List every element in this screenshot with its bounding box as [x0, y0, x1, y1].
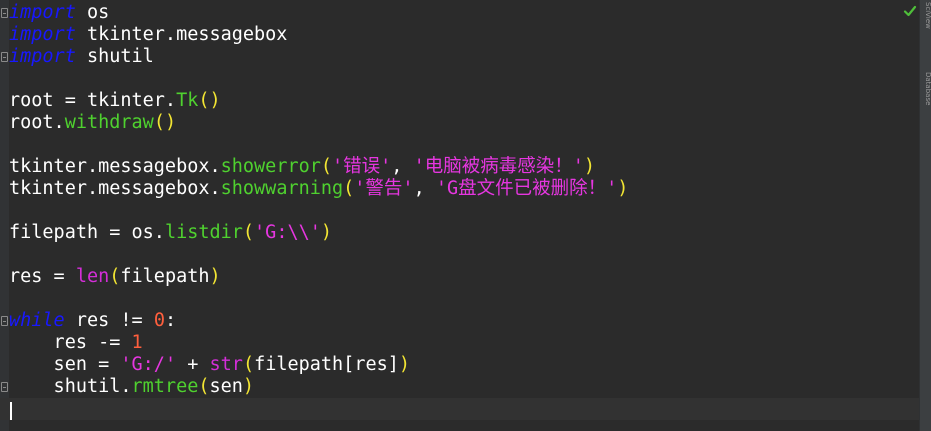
code-token: ( — [242, 354, 255, 375]
code-token: len — [75, 266, 110, 287]
text-caret — [10, 402, 12, 420]
code-token: ( — [343, 178, 355, 199]
code-line[interactable]: root = tkinter.Tk() — [9, 90, 919, 112]
code-token: sen — [209, 376, 243, 397]
code-token: filepath[res] — [254, 354, 399, 375]
code-token: shutil. — [9, 376, 132, 397]
code-token: tkinter.messagebox. — [9, 156, 221, 177]
code-token: import — [9, 2, 76, 23]
code-token: shutil — [75, 46, 154, 67]
code-line[interactable]: root.withdraw() — [9, 112, 919, 134]
code-token: : — [164, 310, 177, 331]
database-tab[interactable]: Database — [920, 72, 931, 142]
code-token: while — [9, 310, 65, 331]
checkmark-icon[interactable] — [903, 4, 917, 18]
code-token: res = — [9, 266, 76, 287]
code-token: () — [153, 112, 177, 133]
code-line[interactable]: import os — [9, 2, 919, 24]
sciview-tab[interactable]: SciView — [920, 2, 931, 36]
code-token: ) — [398, 354, 411, 375]
code-line[interactable] — [9, 288, 919, 310]
code-line[interactable]: res -= 1 — [9, 332, 919, 354]
code-token: 'G:\\' — [254, 222, 321, 243]
code-token: sen = — [9, 354, 121, 375]
code-token: () — [198, 90, 221, 111]
code-token: ( — [242, 222, 255, 243]
code-line[interactable]: tkinter.messagebox.showwarning('警告', 'G盘… — [9, 178, 919, 200]
code-token: ) — [242, 376, 255, 397]
code-token: '错误' — [332, 156, 392, 177]
code-line[interactable]: res = len(filepath) — [9, 266, 919, 288]
code-token: ) — [617, 178, 629, 199]
code-token: str — [209, 354, 243, 375]
code-token: Tk — [176, 90, 199, 111]
code-line[interactable]: shutil.rmtree(sen) — [9, 376, 919, 398]
code-token: showwarning — [220, 178, 344, 199]
code-token: res -= — [9, 332, 132, 353]
code-token: ( — [198, 376, 210, 397]
editor-gutter[interactable] — [0, 0, 9, 431]
code-token: root = tkinter. — [9, 90, 177, 111]
fold-icon[interactable] — [1, 316, 8, 326]
code-token: , — [413, 178, 436, 199]
code-token: root. — [9, 112, 65, 133]
code-line[interactable] — [9, 68, 919, 90]
code-line[interactable] — [9, 244, 919, 266]
code-token: ( — [320, 156, 333, 177]
code-token: tkinter.messagebox — [75, 24, 288, 45]
code-line[interactable]: while res != 0: — [9, 310, 919, 332]
code-token: 1 — [131, 332, 143, 353]
code-line[interactable]: import shutil — [9, 46, 919, 68]
code-token: showerror — [220, 156, 321, 177]
code-token: ) — [583, 156, 595, 177]
code-token: filepath — [120, 266, 210, 287]
fold-icon[interactable] — [1, 382, 8, 392]
code-token: os — [75, 2, 110, 23]
code-token: rmtree — [131, 376, 199, 397]
code-line[interactable] — [9, 134, 919, 156]
code-line[interactable] — [0, 398, 929, 420]
code-line[interactable]: filepath = os.listdir('G:\\') — [9, 222, 919, 244]
code-token: res != — [64, 310, 154, 331]
code-line[interactable]: import tkinter.messagebox — [9, 24, 919, 46]
code-token: 'G:/' — [120, 354, 177, 375]
code-token: ) — [209, 266, 221, 287]
code-token: '电脑被病毒感染！' — [413, 156, 584, 177]
code-token: , — [391, 156, 414, 177]
code-line[interactable]: tkinter.messagebox.showerror('错误', '电脑被病… — [9, 156, 919, 178]
code-token: 'G盘文件已被删除！' — [435, 178, 618, 199]
code-line[interactable] — [9, 200, 919, 222]
fold-icon[interactable] — [1, 52, 8, 62]
code-token: import — [9, 46, 76, 67]
code-token: ( — [109, 266, 121, 287]
code-token: listdir — [164, 222, 243, 243]
right-tool-strip: SciView Database — [919, 0, 931, 431]
code-token: tkinter.messagebox. — [9, 178, 221, 199]
fold-icon[interactable] — [1, 8, 8, 18]
code-token: import — [9, 24, 76, 45]
code-token: filepath = os. — [9, 222, 165, 243]
code-area[interactable]: import os import tkinter.messagebox import… — [0, 2, 929, 420]
code-token: + — [176, 354, 210, 375]
code-token: withdraw — [64, 112, 154, 133]
code-line[interactable]: sen = 'G:/' + str(filepath[res]) — [9, 354, 919, 376]
code-token: ) — [320, 222, 333, 243]
code-editor[interactable]: import os import tkinter.messagebox import… — [0, 0, 931, 431]
code-token: '警告' — [354, 178, 414, 199]
code-token: 0 — [153, 310, 165, 331]
